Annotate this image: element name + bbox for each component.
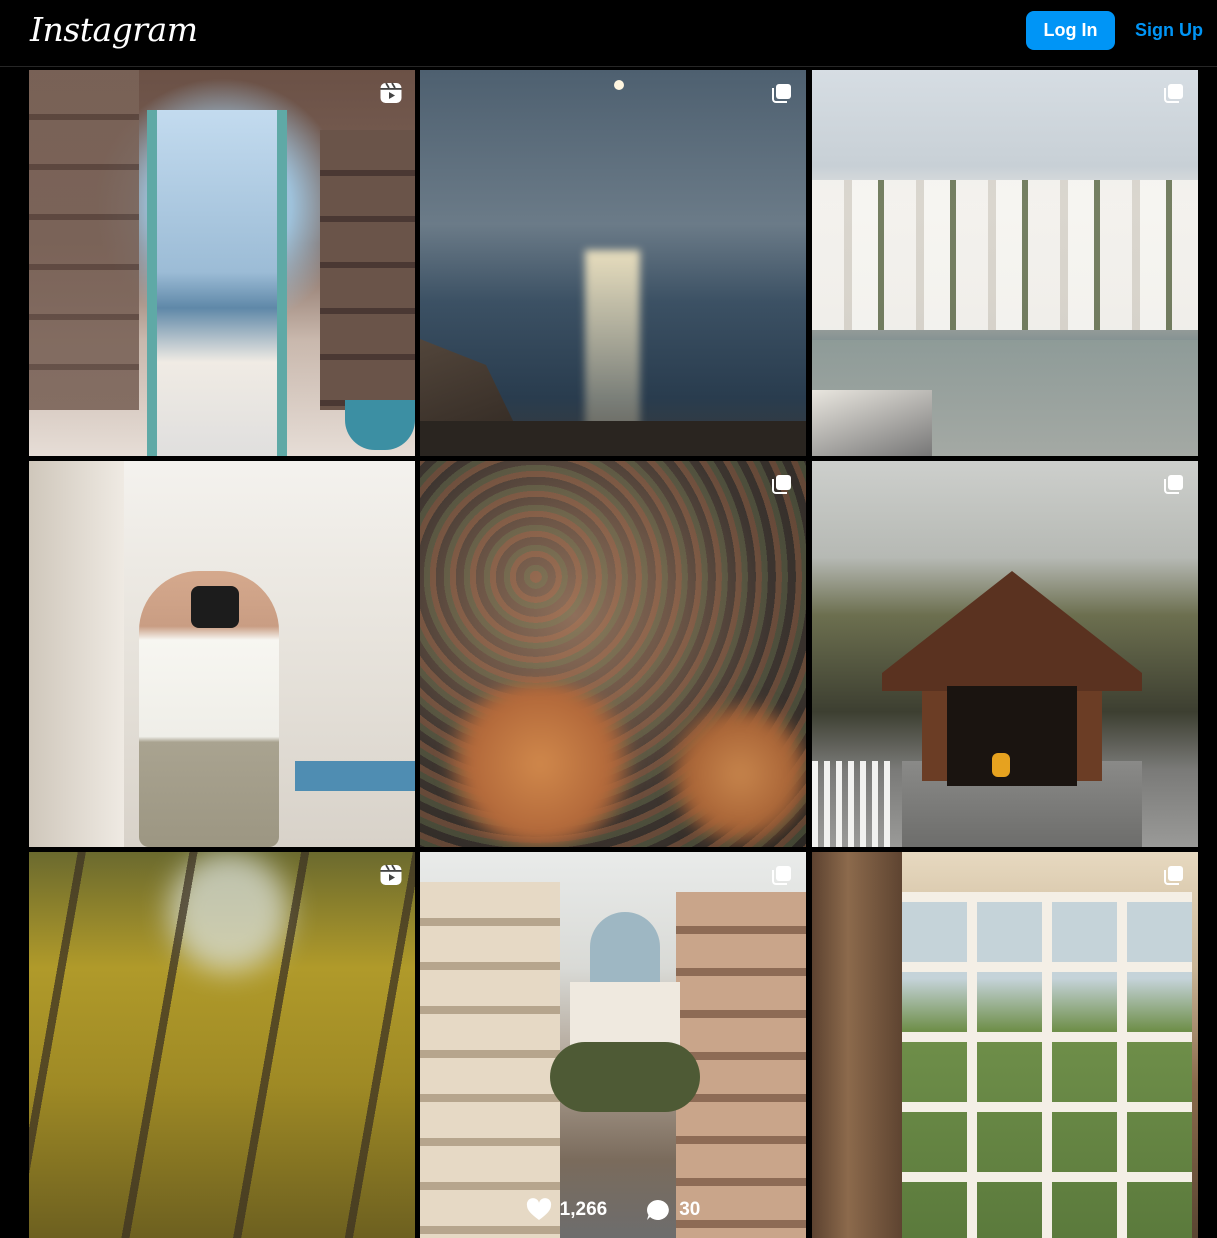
post-tile[interactable] bbox=[420, 70, 806, 456]
post-grid: 1,266 30 bbox=[29, 70, 1199, 1238]
post-image bbox=[812, 70, 1198, 456]
comment-icon bbox=[647, 1200, 670, 1220]
comments-stat: 30 bbox=[645, 1198, 700, 1222]
reel-icon bbox=[380, 82, 402, 103]
instagram-logo[interactable]: Instagram bbox=[30, 10, 198, 49]
post-image bbox=[29, 852, 415, 1238]
carousel-icon bbox=[772, 866, 791, 885]
reel-icon bbox=[380, 864, 402, 885]
post-tile[interactable] bbox=[29, 461, 415, 847]
top-navbar: Instagram Log In Sign Up bbox=[0, 0, 1217, 67]
post-image bbox=[29, 461, 415, 847]
post-image bbox=[420, 70, 806, 456]
post-image bbox=[420, 461, 806, 847]
post-tile[interactable] bbox=[812, 461, 1198, 847]
carousel-icon bbox=[1164, 84, 1183, 103]
post-image bbox=[812, 852, 1198, 1238]
comments-count: 30 bbox=[679, 1199, 701, 1220]
carousel-icon bbox=[772, 84, 791, 103]
sign-up-button[interactable]: Sign Up bbox=[1135, 11, 1203, 50]
post-tile[interactable] bbox=[812, 852, 1198, 1238]
post-tile[interactable] bbox=[812, 70, 1198, 456]
carousel-icon bbox=[1164, 475, 1183, 494]
likes-stat: 1,266 bbox=[526, 1198, 608, 1222]
log-in-button[interactable]: Log In bbox=[1026, 11, 1115, 50]
post-tile[interactable] bbox=[29, 70, 415, 456]
post-stats-overlay: 1,266 30 bbox=[420, 1016, 806, 1238]
carousel-icon bbox=[772, 475, 791, 494]
post-tile-hovered[interactable]: 1,266 30 bbox=[420, 852, 806, 1238]
post-image bbox=[812, 461, 1198, 847]
heart-icon bbox=[526, 1198, 551, 1220]
likes-count: 1,266 bbox=[559, 1199, 608, 1220]
post-tile[interactable] bbox=[420, 461, 806, 847]
post-image bbox=[29, 70, 415, 456]
post-tile[interactable] bbox=[29, 852, 415, 1238]
carousel-icon bbox=[1164, 866, 1183, 885]
